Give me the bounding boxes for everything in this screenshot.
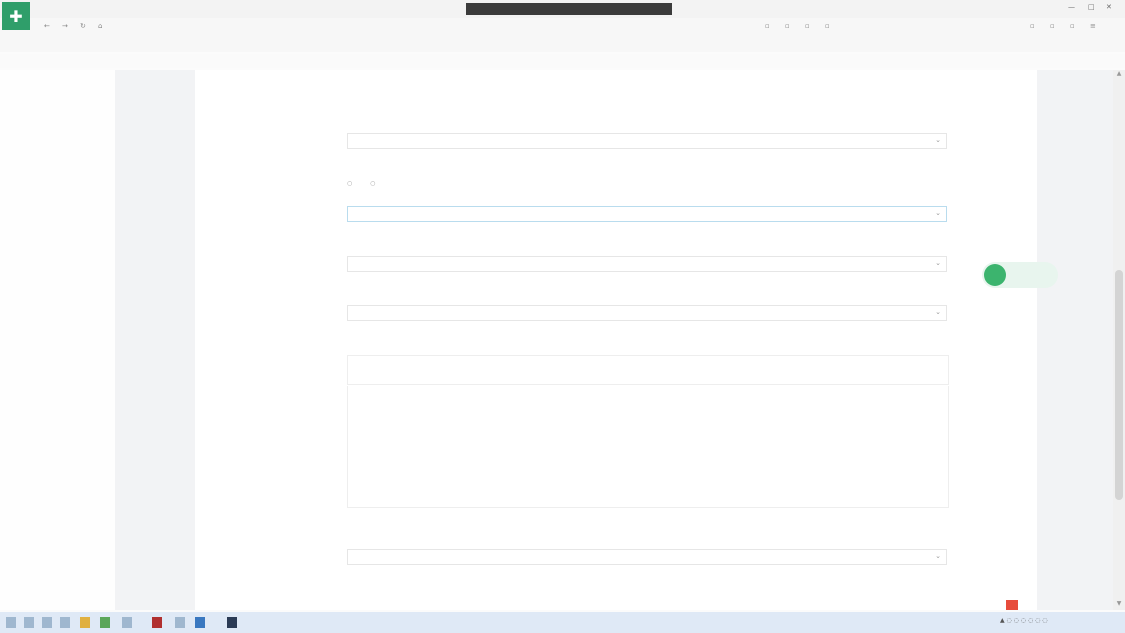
rich-text-toolbar[interactable]	[347, 355, 949, 385]
browser-tab[interactable]	[80, 3, 130, 15]
system-tray[interactable]: ▲ ◌ ◌ ◌ ◌ ◌ ◌	[1000, 617, 1047, 624]
maximize-icon[interactable]: □	[1088, 3, 1095, 11]
close-icon[interactable]: ✕	[1106, 3, 1112, 11]
chevron-down-icon: ⌄	[935, 308, 941, 316]
taskbar-app-icon[interactable]	[100, 617, 110, 628]
bookmarks-bar-secondary	[0, 54, 1125, 68]
form-panel	[195, 70, 1037, 610]
toolbar-icon[interactable]: ▫	[785, 22, 790, 30]
app-logo-icon: ✚	[2, 2, 30, 30]
toolbar-icon[interactable]: ▫	[1030, 22, 1035, 30]
address-bar: ← → ↻ ⌂ ▫ ▫ ▫ ▫ ▫ ▫ ▫ ≡	[0, 18, 1125, 36]
notification-badge[interactable]	[1006, 600, 1018, 610]
browser-tab[interactable]	[326, 3, 386, 15]
page-left-margin	[115, 70, 195, 610]
taskbar-app-icon[interactable]	[195, 617, 205, 628]
chevron-down-icon: ⌄	[935, 259, 941, 267]
minimize-icon[interactable]: —	[1068, 3, 1075, 11]
browser-tab[interactable]	[390, 3, 460, 15]
radio-option[interactable]: ○	[347, 180, 352, 187]
taskbar-app-icon[interactable]	[60, 617, 70, 628]
chevron-down-icon: ⌄	[935, 209, 941, 217]
page-right-margin	[1037, 70, 1113, 610]
taskbar-app-icon[interactable]	[80, 617, 90, 628]
bookmarks-bar	[0, 36, 1125, 52]
browser-tab-active[interactable]	[466, 3, 672, 15]
select-field[interactable]: ⌄	[347, 549, 947, 565]
start-icon[interactable]	[6, 617, 16, 628]
chevron-down-icon: ⌄	[935, 136, 941, 144]
os-taskbar	[0, 612, 1125, 633]
toolbar-icon[interactable]: ▫	[765, 22, 770, 30]
chevron-down-icon: ⌄	[935, 552, 941, 560]
browser-tab[interactable]	[262, 3, 322, 15]
browser-tab-bar: — □ ✕	[0, 0, 1125, 18]
taskbar-app-icon[interactable]	[42, 617, 52, 628]
radio-option[interactable]: ○	[370, 180, 375, 187]
menu-icon[interactable]: ≡	[1090, 22, 1096, 30]
back-icon[interactable]: ←	[44, 22, 50, 30]
browser-tab[interactable]	[36, 3, 76, 15]
browser-tab[interactable]	[134, 3, 194, 15]
rich-text-editor[interactable]	[347, 386, 949, 508]
scroll-up-icon[interactable]: ▲	[1113, 70, 1125, 77]
select-field[interactable]: ⌄	[347, 305, 947, 321]
page-left-gutter	[0, 70, 115, 610]
toolbar-icon[interactable]: ▫	[825, 22, 830, 30]
taskbar-app-icon[interactable]	[152, 617, 162, 628]
forward-icon[interactable]: →	[62, 22, 68, 30]
assistant-icon[interactable]	[984, 264, 1006, 286]
url-input[interactable]	[165, 21, 585, 32]
refresh-icon[interactable]: ↻	[80, 22, 86, 30]
radio-group: ○ ○	[347, 180, 391, 187]
select-field[interactable]: ⌄	[347, 206, 947, 222]
toolbar-icon[interactable]: ▫	[805, 22, 810, 30]
browser-tab[interactable]	[198, 3, 258, 15]
taskbar-app-icon[interactable]	[24, 617, 34, 628]
select-field[interactable]: ⌄	[347, 133, 947, 149]
toolbar-icon[interactable]: ▫	[1070, 22, 1075, 30]
taskbar-app-icon[interactable]	[227, 617, 237, 628]
select-field[interactable]: ⌄	[347, 256, 947, 272]
scrollbar-thumb[interactable]	[1115, 270, 1123, 500]
taskbar-app-icon[interactable]	[122, 617, 132, 628]
toolbar-icon[interactable]: ▫	[1050, 22, 1055, 30]
home-icon[interactable]: ⌂	[98, 22, 102, 30]
taskbar-app-icon[interactable]	[175, 617, 185, 628]
scroll-down-icon[interactable]: ▼	[1113, 600, 1125, 607]
